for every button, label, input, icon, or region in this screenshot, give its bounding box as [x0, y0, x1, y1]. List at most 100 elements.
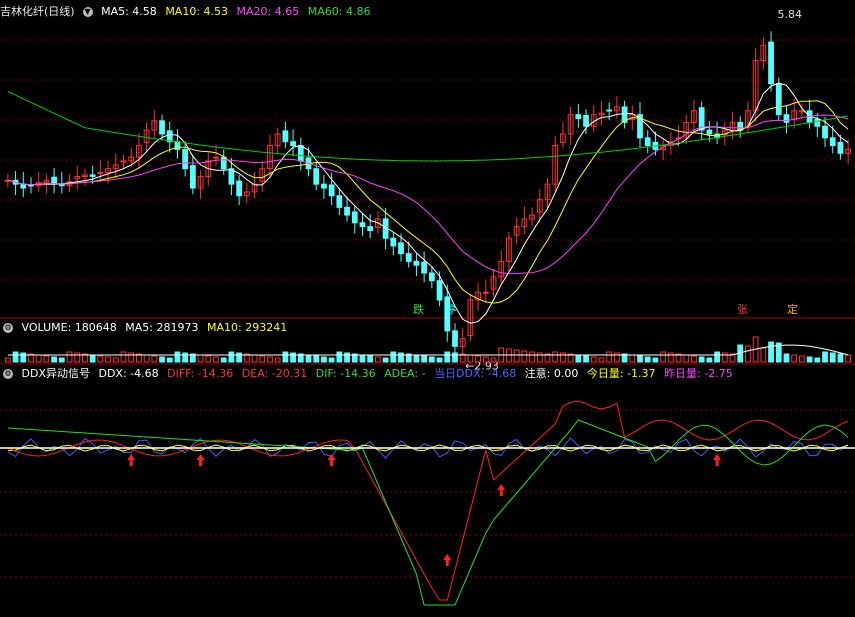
- volume-bar: [282, 351, 289, 363]
- volume-bar: [105, 356, 111, 363]
- volume-bar: [97, 355, 104, 363]
- buy-arrow-icon: [713, 454, 722, 466]
- volume-bar: [598, 357, 605, 363]
- candle-body: [297, 145, 304, 162]
- volume-bar: [236, 352, 243, 363]
- today-ddx-label: 当日DDX: -4.68: [434, 367, 517, 380]
- volume-bar: [829, 352, 836, 363]
- volume-bar: [760, 347, 767, 363]
- candle-body: [351, 211, 358, 224]
- volume-bar: [691, 355, 697, 363]
- ma10-label: MA10: 4.53: [165, 5, 229, 18]
- volume-bar: [197, 354, 204, 363]
- volume-bar: [328, 357, 335, 363]
- volume-bar: [166, 357, 173, 363]
- volume-bar: [644, 356, 651, 363]
- candle-body: [783, 114, 790, 123]
- volume-bar: [428, 356, 435, 363]
- diff-label: DIFF: -14.36: [167, 367, 234, 380]
- volume-bar: [375, 356, 381, 363]
- volume-bar: [259, 355, 266, 363]
- ddx-header: ⚙ DDX异动信号 DDX: -4.68 DIFF: -14.36 DEA: -…: [0, 366, 738, 382]
- volume-bar: [151, 355, 158, 363]
- volume-bar: [213, 356, 219, 363]
- today-vol-label: 今日量: -1.37: [586, 367, 656, 380]
- notice-label: 注意: 0.00: [524, 367, 579, 380]
- candle-body: [89, 174, 96, 177]
- candle-body: [159, 120, 165, 135]
- candle-body: [452, 330, 458, 347]
- volume-bar: [421, 355, 428, 363]
- volume-bar: [112, 357, 119, 363]
- candle-body: [336, 195, 343, 208]
- volume-bar: [174, 351, 181, 363]
- candle-body: [814, 118, 821, 127]
- candle-body: [228, 168, 235, 185]
- volume-bar: [521, 350, 528, 363]
- chevron-down-icon[interactable]: ▼: [82, 7, 93, 17]
- volume-bar: [321, 356, 327, 363]
- volume-bar: [120, 351, 127, 363]
- volume-bar: [444, 351, 451, 363]
- buy-arrow-icon: [196, 454, 205, 466]
- volume-bar: [228, 351, 235, 363]
- volume-bar: [714, 351, 720, 363]
- gear-icon[interactable]: ⚙: [3, 369, 13, 379]
- candle-body: [421, 261, 428, 274]
- volume-bar: [143, 354, 150, 363]
- candle-body: [837, 141, 844, 154]
- volume-bar: [552, 351, 559, 363]
- volume-bar: [267, 356, 273, 363]
- volume-bar: [560, 352, 566, 363]
- ma60-line: [7, 91, 849, 162]
- volume-bar: [791, 354, 798, 363]
- candle-body: [575, 114, 582, 120]
- volume-bar: [822, 351, 828, 363]
- candle-body: [213, 156, 219, 159]
- high-price-label: 5.84: [777, 8, 802, 21]
- candle-body: [189, 165, 196, 189]
- volume-bar: [382, 357, 389, 363]
- volume-bar: [413, 354, 420, 363]
- volume-bar: [706, 357, 713, 363]
- volume-bar: [583, 355, 589, 363]
- buy-arrow-icon: [443, 554, 452, 566]
- candle-body: [344, 206, 350, 216]
- volume-bar: [182, 352, 189, 363]
- candle-body: [97, 172, 104, 175]
- candle-body: [644, 137, 651, 147]
- volume-bar: [814, 357, 821, 363]
- volume-bar: [799, 355, 805, 363]
- ma20-label: MA20: 4.65: [236, 5, 300, 18]
- candle-body: [182, 148, 189, 170]
- candle-body: [328, 184, 335, 197]
- stock-chart[interactable]: 5.84←2.93: [0, 0, 855, 617]
- gear-icon[interactable]: ⚙: [3, 323, 13, 333]
- volume-bar: [575, 354, 582, 363]
- volume-bar: [452, 352, 458, 363]
- volume-bar: [344, 352, 350, 363]
- volume-bar: [336, 351, 343, 363]
- volume-bar: [667, 352, 674, 363]
- volume-bar: [629, 354, 636, 363]
- ddx-name: DDX异动信号: [21, 367, 90, 380]
- volume-bar: [290, 352, 296, 363]
- volume-bar: [390, 351, 397, 363]
- volume-bar: [536, 352, 543, 363]
- volume-bar: [128, 352, 135, 363]
- candle-body: [282, 130, 289, 143]
- candle-body: [359, 222, 366, 228]
- candle-body: [583, 114, 589, 127]
- candle-body: [606, 109, 613, 112]
- volume-bar: [66, 351, 73, 363]
- volume-bar: [20, 352, 27, 363]
- buy-arrow-icon: [127, 454, 136, 466]
- candle-body: [829, 137, 836, 147]
- volume-bar: [159, 356, 165, 363]
- volume-bar: [660, 351, 667, 363]
- candle-body: [398, 242, 404, 255]
- ddx-label: DDX: -4.68: [98, 367, 159, 380]
- yest-vol-label: 昨日量: -2.75: [664, 367, 733, 380]
- ma5-line: [7, 82, 849, 324]
- candle-body: [436, 280, 443, 301]
